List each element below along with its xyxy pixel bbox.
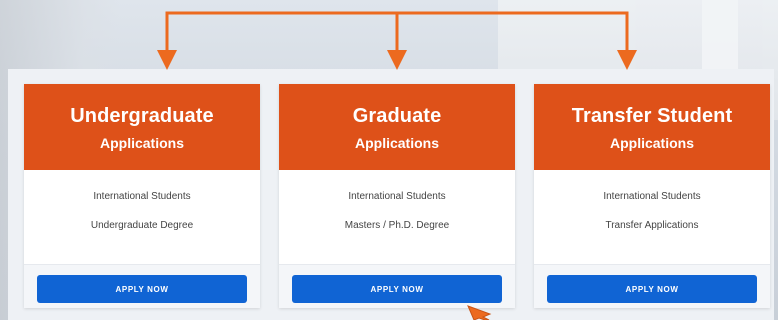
annotation-arrows (157, 11, 637, 320)
down-arrow-icon (617, 50, 637, 70)
down-arrow-icon (387, 50, 407, 70)
pointer-cursor-icon (467, 305, 492, 320)
down-arrow-icon (157, 50, 177, 70)
